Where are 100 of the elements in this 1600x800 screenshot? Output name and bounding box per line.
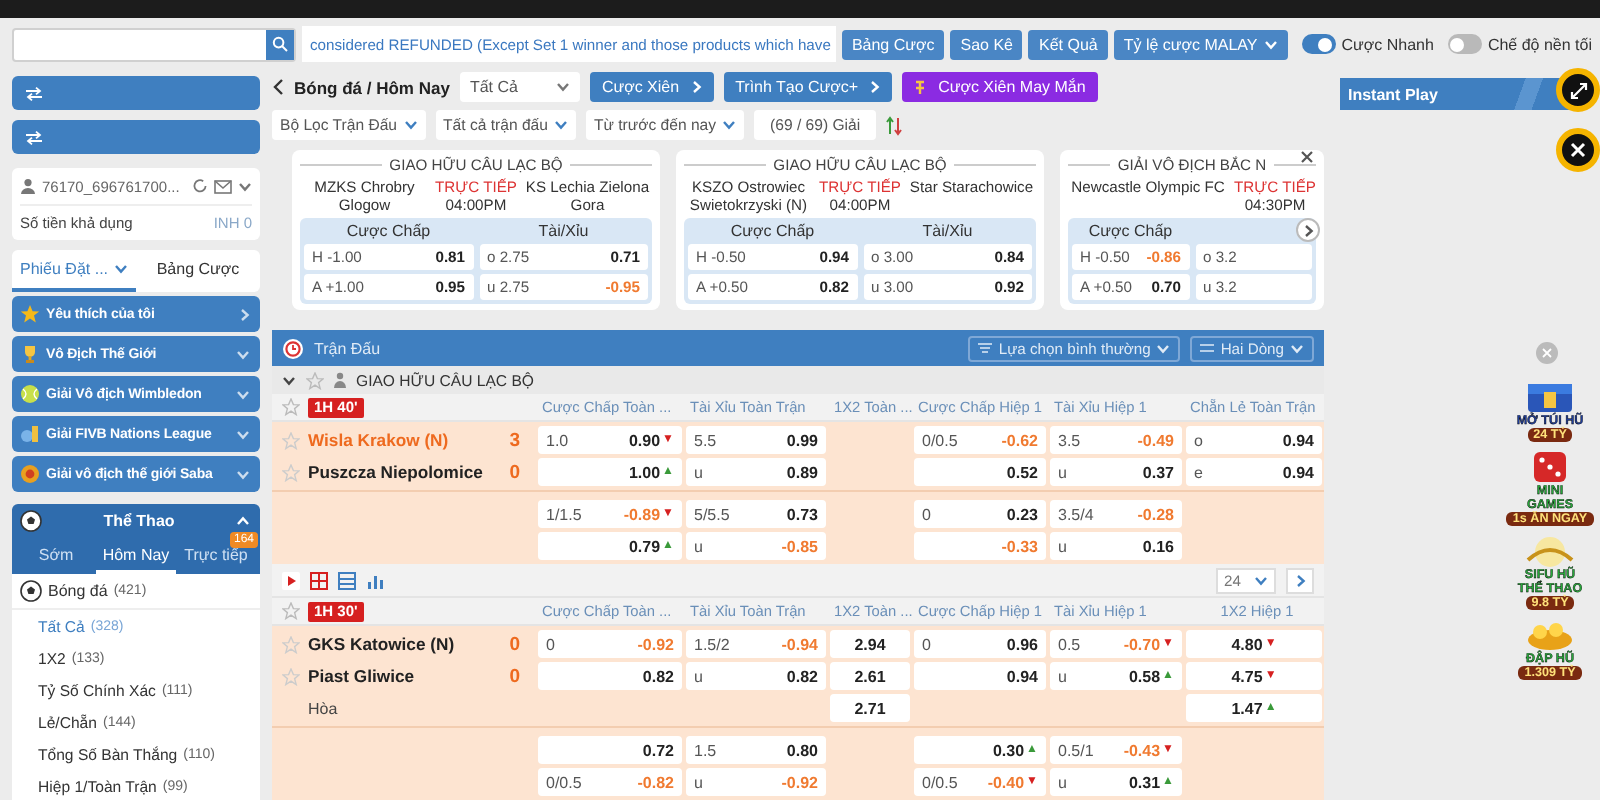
ball-icon [20,384,40,404]
odds-cell[interactable]: u -0.85 [686,532,826,560]
market-label: Cược Chấp [728,222,817,240]
chevron-down-icon [236,389,250,399]
odds-cell[interactable]: 0.52 [914,458,1046,486]
chevron-down-icon [236,429,250,439]
header-button[interactable]: Sao Kê [950,29,1023,59]
odds-cell[interactable]: u -0.92 [686,768,826,796]
market-label: Tài/Xỉu [536,222,591,240]
odds-cell[interactable]: 0.72 [538,736,682,764]
search-field[interactable] [12,27,296,61]
toggle-label: Cược Nhanh [1341,35,1434,53]
toggle-label: Chế độ nền tối [1487,35,1592,53]
odds-cell[interactable]: o 0.94 [1186,426,1322,454]
team-name: Wisla Krakow (N) [308,430,451,450]
odds-cell[interactable]: 0/0.5 -0.62 [914,426,1046,454]
odds-cell[interactable]: 0 0.23 [914,500,1046,528]
market-select[interactable]: Tất Cả [459,72,580,102]
market-label: Tài/Xỉu [920,222,975,240]
odds-cell[interactable]: 2.61 [830,662,910,690]
search-icon [272,36,288,52]
soccer-ball-icon [20,510,42,532]
odds-cell[interactable]: 5.5 0.99 [686,426,826,454]
toggle-switch[interactable] [1301,34,1336,54]
close-icon[interactable] [1296,146,1316,166]
parlay-button[interactable]: Trình Tạo Cược+ [723,72,893,102]
header-button[interactable]: Bảng Cược [841,29,945,59]
parlay-button[interactable]: Cược Xiên [589,72,714,102]
odds-cell[interactable]: 1.5/2 -0.94 [686,630,826,658]
chevron-right-icon [240,307,250,321]
grid-icon [310,571,328,589]
score: 0 [509,665,520,687]
score: 3 [509,429,520,451]
odds-cell[interactable]: 0.82 [538,662,682,690]
chevron-down-icon [722,120,737,130]
odds-cell[interactable]: 0.94 [914,662,1046,690]
breadcrumb: Bóng đá / Hôm Nay [294,77,450,97]
soccer-ball-icon [20,580,42,602]
search-button[interactable] [266,29,294,59]
chevron-right-icon [691,80,702,94]
odds-cell[interactable]: 0/0.5 -0.82 [538,768,682,796]
slip-tab[interactable]: Phiếu Đặt ... [12,250,136,292]
section-title: Trận Đấu [314,339,383,357]
back-icon [272,78,284,96]
person-icon [20,178,36,194]
clock-icon [282,337,304,359]
mail-icon [214,179,232,193]
odds-cell[interactable]: 0 -0.92 [538,630,682,658]
odds-cell[interactable]: 0 0.96 [914,630,1046,658]
star-icon [282,635,300,653]
team-name: Piast Gliwice [308,666,417,686]
close-button[interactable] [1556,128,1600,172]
star-icon [282,431,300,449]
header-button[interactable]: Kết Quả [1028,29,1108,59]
team-name: GKS Katowice (N) [308,634,457,654]
star-icon [282,667,300,685]
star-icon [282,602,300,620]
chevron-down-icon [1263,39,1278,49]
odds-cell[interactable]: u 0.16 [1050,532,1182,560]
odds-cell[interactable]: u 0.82 [686,662,826,690]
sort-icon [886,115,903,135]
odds-format-dropdown[interactable]: Tỷ lệ cược MALAY [1113,29,1288,59]
chevron-right-icon [1295,573,1305,587]
refresh-icon [192,178,208,194]
chevron-down-icon [403,120,418,130]
star-icon [20,304,40,324]
odds-cell[interactable]: u 0.37 [1050,458,1182,486]
odds-cell[interactable]: e 0.94 [1186,458,1322,486]
odds-cell[interactable]: u 0.89 [686,458,826,486]
period-tab[interactable]: Sớm [16,538,96,574]
odds-cell[interactable]: 2.71 [830,694,910,722]
toggle-switch[interactable] [1447,34,1482,54]
odds-cell[interactable]: 2.94 [830,630,910,658]
chevron-down-icon [236,469,250,479]
lucky-parlay-button[interactable]: Cược Xiên May Mắn [902,72,1098,102]
filter-icon [978,342,993,354]
chevron-down-icon [236,349,250,359]
close-icon [1570,142,1586,158]
chevron-down-icon [555,82,570,92]
odds-cell[interactable]: 5/5.5 0.73 [686,500,826,528]
market-label: Cược Chấp [1086,222,1175,240]
chevron-down-icon [1156,343,1171,353]
team-name: Puszcza Niepolomice [308,462,485,482]
slip-tab[interactable]: Bảng Cược [136,250,260,292]
score: 0 [509,633,520,655]
odds-cell[interactable]: 3.5 -0.49 [1050,426,1182,454]
next-page-button[interactable] [1286,567,1314,593]
lines-icon [1200,342,1215,354]
list-icon [338,571,356,589]
close-icon [1542,348,1552,358]
odds-cell[interactable]: 1.5 0.80 [686,736,826,764]
expand-button[interactable] [1556,68,1600,112]
swap-icon [24,85,44,101]
chevron-up-icon [236,516,250,526]
odds-cell[interactable]: 3.5/4 -0.28 [1050,500,1182,528]
market-label: Cược Chấp [344,222,433,240]
chevron-right-icon [1303,223,1313,237]
chevron-right-icon [870,80,881,94]
chart-icon [366,571,384,589]
person-icon [334,372,346,388]
